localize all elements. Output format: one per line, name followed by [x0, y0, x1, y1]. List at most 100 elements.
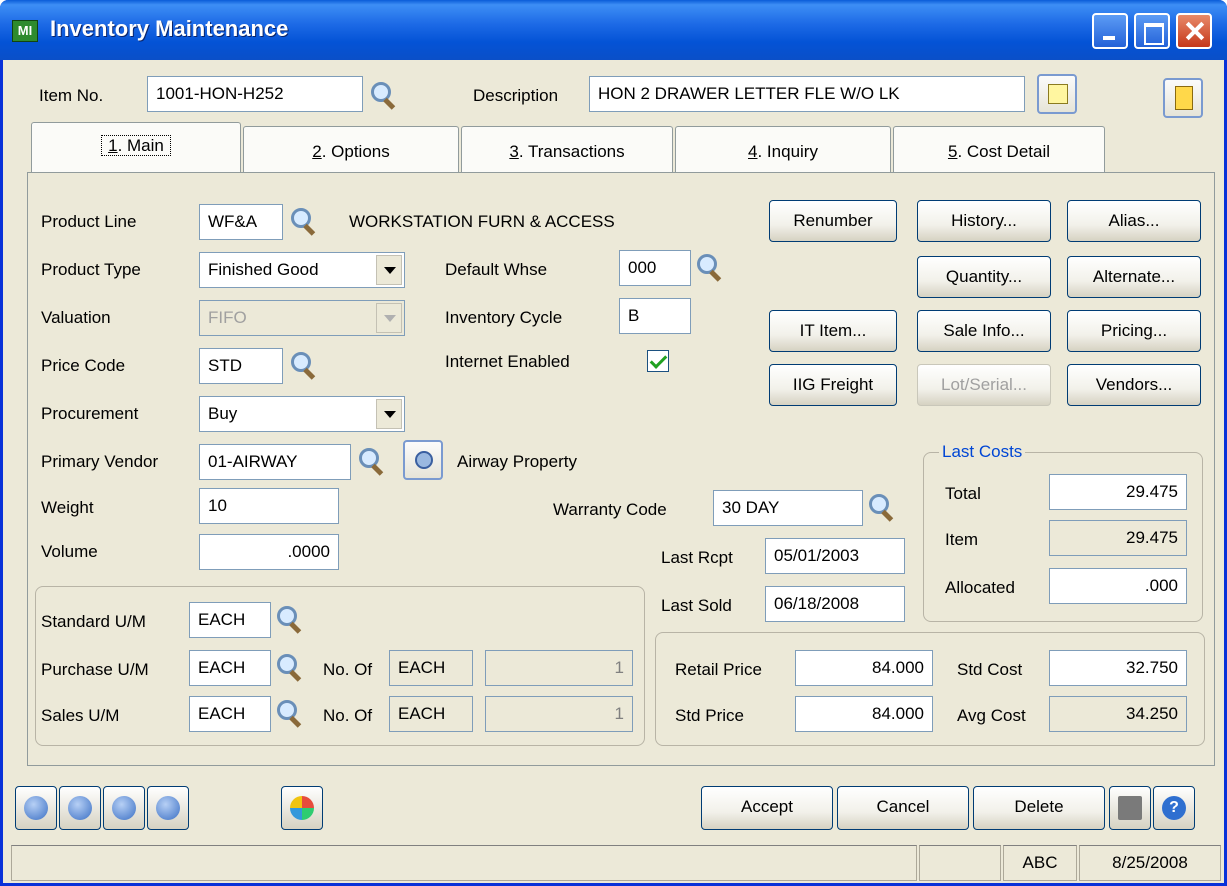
- it-item-button[interactable]: IT Item...: [769, 310, 897, 352]
- standard-um-label: Standard U/M: [41, 612, 146, 631]
- last-rcpt-field: 05/01/2003: [765, 538, 905, 574]
- iig-freight-button[interactable]: IIG Freight: [769, 364, 897, 406]
- vendors-button[interactable]: Vendors...: [1067, 364, 1201, 406]
- sales-no-of-unit: EACH: [389, 696, 473, 732]
- weight-label: Weight: [41, 498, 94, 517]
- procurement-select[interactable]: Buy: [199, 396, 405, 432]
- status-date: 8/25/2008: [1079, 845, 1221, 881]
- retail-price-label: Retail Price: [675, 660, 762, 679]
- weight-field[interactable]: 10: [199, 488, 339, 524]
- valuation-label: Valuation: [41, 308, 111, 327]
- memo-button[interactable]: [1163, 78, 1203, 118]
- standard-um-field[interactable]: EACH: [189, 602, 271, 638]
- warehouse-lookup-icon[interactable]: [697, 254, 723, 280]
- last-costs-title: Last Costs: [939, 442, 1026, 462]
- default-whse-field[interactable]: 000: [619, 250, 691, 286]
- last-record-button[interactable]: [147, 786, 189, 830]
- edit-description-button[interactable]: [1037, 74, 1077, 114]
- previous-record-button[interactable]: [59, 786, 101, 830]
- printer-icon: [1118, 796, 1142, 820]
- chevron-down-icon[interactable]: [376, 255, 402, 285]
- sales-um-field[interactable]: EACH: [189, 696, 271, 732]
- last-cost-allocated-label: Allocated: [945, 578, 1015, 597]
- price-code-lookup-icon[interactable]: [291, 352, 317, 378]
- item-lookup-icon[interactable]: [371, 82, 397, 108]
- last-rcpt-label: Last Rcpt: [661, 548, 733, 567]
- product-line-label: Product Line: [41, 212, 137, 231]
- inventory-cycle-label: Inventory Cycle: [445, 308, 563, 327]
- explorer-button[interactable]: [281, 786, 323, 830]
- maximize-button[interactable]: [1134, 13, 1170, 49]
- internet-enabled-checkbox[interactable]: [647, 350, 669, 372]
- first-record-button[interactable]: [15, 786, 57, 830]
- sales-um-lookup-icon[interactable]: [277, 700, 303, 726]
- internet-enabled-label: Internet Enabled: [445, 352, 570, 371]
- alias-button[interactable]: Alias...: [1067, 200, 1201, 242]
- sales-no-of-label: No. Of: [323, 706, 373, 725]
- purchase-um-label: Purchase U/M: [41, 660, 149, 679]
- tab-transactions-label: . Transactions: [518, 142, 625, 161]
- next-record-icon: [112, 796, 136, 820]
- standard-um-lookup-icon[interactable]: [277, 606, 303, 632]
- tab-cost-detail-label: . Cost Detail: [957, 142, 1051, 161]
- vendor-info-button[interactable]: [403, 440, 443, 480]
- vendor-info-icon: [415, 451, 433, 469]
- status-company: ABC: [1003, 845, 1077, 881]
- product-line-lookup-icon[interactable]: [291, 208, 317, 234]
- next-record-button[interactable]: [103, 786, 145, 830]
- window-title: Inventory Maintenance: [50, 16, 289, 41]
- last-sold-field: 06/18/2008: [765, 586, 905, 622]
- product-type-select[interactable]: Finished Good: [199, 252, 405, 288]
- last-cost-item-field: 29.475: [1049, 520, 1187, 556]
- tab-options[interactable]: 2. Options: [243, 126, 459, 172]
- chevron-down-icon[interactable]: [376, 399, 402, 429]
- quantity-button[interactable]: Quantity...: [917, 256, 1051, 298]
- item-no-field[interactable]: 1001-HON-H252: [147, 76, 363, 112]
- tab-transactions[interactable]: 3. Transactions: [461, 126, 673, 172]
- print-button[interactable]: [1109, 786, 1151, 830]
- sales-um-label: Sales U/M: [41, 706, 120, 725]
- std-cost-label: Std Cost: [957, 660, 1023, 679]
- primary-vendor-field[interactable]: 01-AIRWAY: [199, 444, 351, 480]
- previous-record-icon: [68, 796, 92, 820]
- delete-button[interactable]: Delete: [973, 786, 1105, 830]
- vendor-lookup-icon[interactable]: [359, 448, 385, 474]
- description-field[interactable]: HON 2 DRAWER LETTER FLE W/O LK: [589, 76, 1025, 112]
- volume-field[interactable]: .0000: [199, 534, 339, 570]
- tab-cost-detail[interactable]: 5. Cost Detail: [893, 126, 1105, 172]
- tab-main-mnemonic: 1: [108, 136, 118, 155]
- close-button[interactable]: [1176, 13, 1212, 49]
- accept-button[interactable]: Accept: [701, 786, 833, 830]
- default-whse-label: Default Whse: [445, 260, 548, 279]
- title-bar[interactable]: MI Inventory Maintenance: [0, 0, 1227, 60]
- last-sold-label: Last Sold: [661, 596, 732, 615]
- purchase-um-lookup-icon[interactable]: [277, 654, 303, 680]
- alternate-button[interactable]: Alternate...: [1067, 256, 1201, 298]
- warranty-code-field[interactable]: 30 DAY: [713, 490, 863, 526]
- price-code-field[interactable]: STD: [199, 348, 283, 384]
- last-cost-allocated-field: .000: [1049, 568, 1187, 604]
- tab-inquiry[interactable]: 4. Inquiry: [675, 126, 891, 172]
- tab-main[interactable]: 1. Main: [31, 122, 241, 174]
- cancel-button[interactable]: Cancel: [837, 786, 969, 830]
- chevron-down-icon: [376, 303, 402, 333]
- explorer-icon: [290, 796, 314, 820]
- minimize-button[interactable]: [1092, 13, 1128, 49]
- purchase-um-field[interactable]: EACH: [189, 650, 271, 686]
- last-cost-item-label: Item: [945, 530, 979, 549]
- tab-options-mnemonic: 2: [312, 142, 322, 161]
- valuation-value: FIFO: [208, 308, 247, 327]
- warranty-lookup-icon[interactable]: [869, 494, 895, 520]
- tab-main-label: . Main: [117, 136, 164, 155]
- std-price-label: Std Price: [675, 706, 744, 725]
- memo-icon: [1175, 86, 1193, 110]
- inventory-cycle-field[interactable]: B: [619, 298, 691, 334]
- help-button[interactable]: ?: [1153, 786, 1195, 830]
- valuation-select: FIFO: [199, 300, 405, 336]
- sale-info-button[interactable]: Sale Info...: [917, 310, 1051, 352]
- history-button[interactable]: History...: [917, 200, 1051, 242]
- app-icon: MI: [12, 20, 38, 42]
- renumber-button[interactable]: Renumber: [769, 200, 897, 242]
- product-line-field[interactable]: WF&A: [199, 204, 283, 240]
- pricing-button[interactable]: Pricing...: [1067, 310, 1201, 352]
